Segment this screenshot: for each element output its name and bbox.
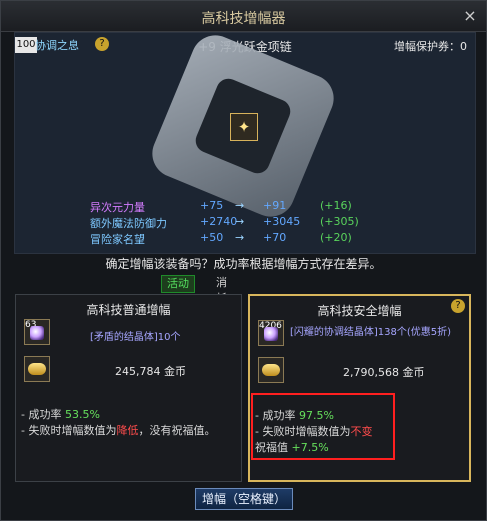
help-icon[interactable]: ? bbox=[451, 299, 465, 313]
stat-diff-value: (+305) bbox=[320, 215, 359, 228]
fail-line: - 失败时增幅数值为降低，没有祝福值。 bbox=[21, 424, 216, 437]
stat-diff-value: (+16) bbox=[320, 199, 352, 212]
stat-new-value: +70 bbox=[263, 231, 287, 244]
stat-table: 异次元力量 +75 → +91 (+16) 额外魔法防御力 +2740 → +3… bbox=[90, 199, 420, 247]
panel-title: 高科技安全增幅 bbox=[317, 304, 402, 318]
protect-ticket-count: 增幅保护券：0 bbox=[394, 40, 467, 53]
arrow-icon: → bbox=[235, 199, 245, 212]
stat-row: 异次元力量 +75 → +91 (+16) bbox=[90, 199, 420, 214]
stat-old-value: +50 bbox=[200, 231, 224, 244]
enhancer-window: 高科技增幅器 × 100 协调之息 ? +9 浮光跃金项链 增幅保护券：0 ✦ … bbox=[0, 0, 487, 521]
panel-title: 高科技普通增幅 bbox=[86, 303, 171, 317]
success-line: - 成功率 53.5% bbox=[21, 408, 100, 421]
crystal-icon bbox=[30, 326, 44, 340]
enhance-button[interactable]: 增幅（空格键） bbox=[195, 488, 293, 510]
material-slot[interactable]: 63 bbox=[24, 319, 50, 345]
confirm-text: 确定增幅该装备吗？成功率根据增幅方式存在差异。 bbox=[105, 257, 382, 271]
gold-slot bbox=[258, 357, 284, 383]
material-text: [闪耀的协调结晶体]138个(优惠5折) bbox=[290, 327, 452, 338]
item-showcase: 100 协调之息 ? +9 浮光跃金项链 增幅保护券：0 ✦ 异次元力量 +75… bbox=[14, 32, 476, 254]
gold-coin-icon bbox=[28, 363, 46, 375]
material-slot[interactable]: 4206 bbox=[258, 320, 284, 346]
gold-slot bbox=[24, 356, 50, 382]
highlight-box bbox=[251, 393, 395, 460]
stat-row: 冒险家名望 +50 → +70 (+20) bbox=[90, 231, 420, 246]
tab-consumables[interactable]: 消耗材料 bbox=[216, 275, 227, 337]
material-text: [矛盾的结晶体]10个 bbox=[90, 332, 181, 343]
success-rate: 53.5% bbox=[64, 408, 100, 421]
stat-old-value: +75 bbox=[200, 199, 224, 212]
crystal-icon bbox=[264, 327, 278, 341]
fail-result: 降低 bbox=[116, 424, 139, 437]
title-bar: 高科技增幅器 × bbox=[1, 1, 486, 32]
item-slot-icon[interactable]: ✦ bbox=[230, 113, 258, 141]
window-title: 高科技增幅器 bbox=[201, 11, 286, 27]
stat-diff-value: (+20) bbox=[320, 231, 352, 244]
stat-old-value: +2740 bbox=[200, 215, 238, 228]
stat-name: 冒险家名望 bbox=[90, 233, 145, 246]
normal-enhance-panel[interactable]: 高科技普通增幅 63 [矛盾的结晶体]10个 245,784 金币 - 成功率 … bbox=[15, 294, 242, 482]
tab-activity[interactable]: 活动 bbox=[161, 275, 195, 293]
stat-name: 额外魔法防御力 bbox=[90, 217, 167, 230]
normal-info: - 成功率 53.5% - 失败时增幅数值为降低，没有祝福值。 bbox=[21, 407, 235, 439]
stat-new-value: +91 bbox=[263, 199, 287, 212]
arrow-icon: → bbox=[235, 215, 245, 228]
stat-row: 额外魔法防御力 +2740 → +3045 (+305) bbox=[90, 215, 420, 230]
stat-name: 异次元力量 bbox=[90, 201, 145, 214]
stat-new-value: +3045 bbox=[263, 215, 301, 228]
gold-cost: 2,790,568 金币 bbox=[343, 366, 425, 379]
gold-coin-icon bbox=[262, 364, 280, 376]
arrow-icon: → bbox=[235, 231, 245, 244]
gold-cost: 245,784 金币 bbox=[115, 365, 186, 378]
close-icon[interactable]: × bbox=[462, 8, 478, 24]
